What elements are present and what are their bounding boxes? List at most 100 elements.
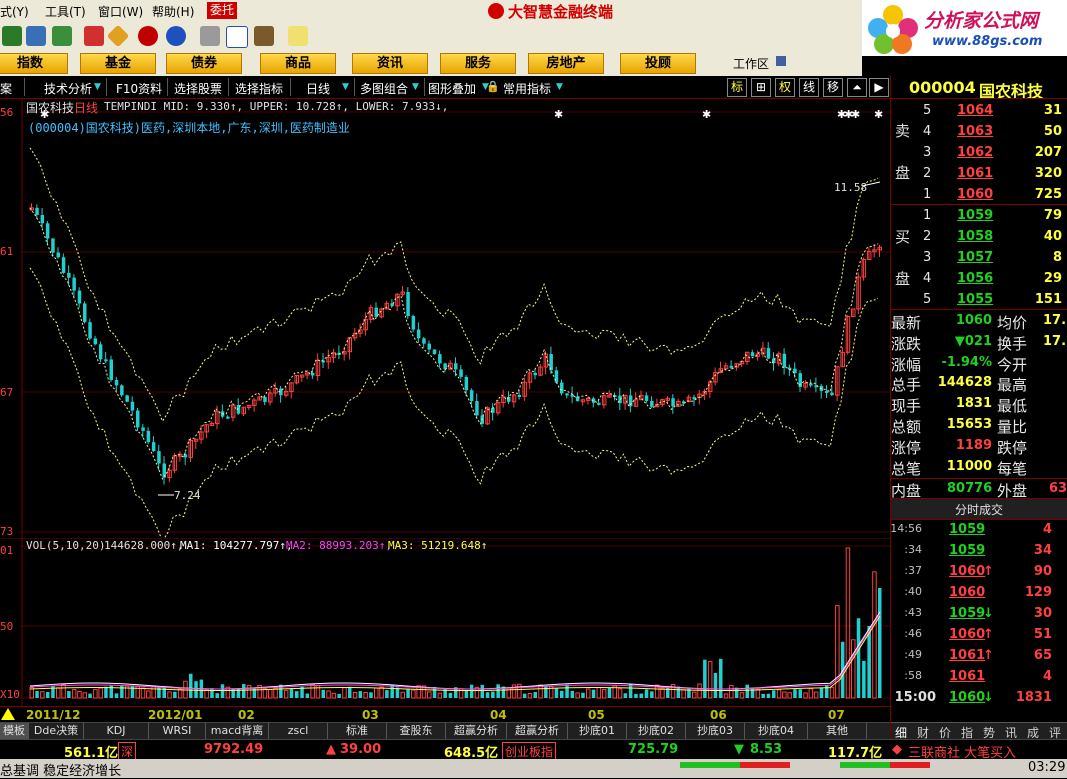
menu-item-help[interactable]: 帮助(H) — [152, 3, 194, 20]
menu-item-tools[interactable]: 工具(T) — [45, 3, 86, 20]
chart-menu-common[interactable]: 常用指标 — [503, 80, 551, 97]
volume-bar — [236, 688, 241, 698]
books-icon[interactable] — [254, 26, 274, 46]
chart-menu-overlay[interactable]: 图形叠加 — [428, 80, 476, 97]
trade-price[interactable]: 1059 — [949, 522, 985, 537]
blue-icon[interactable] — [166, 26, 186, 46]
stat-label: 每笔 — [997, 459, 1028, 478]
trade-price[interactable]: 1059 — [949, 606, 985, 621]
sell-level: 3 — [923, 145, 932, 160]
chart-menu-select-indicator[interactable]: 选择指标 — [235, 80, 283, 97]
volume-bar — [761, 693, 765, 698]
tab-chaoying1[interactable]: 超赢分析 — [446, 723, 507, 740]
workspace-label[interactable]: 工作区 — [733, 55, 769, 72]
volume-bar — [151, 685, 156, 699]
chart-menu-select-stock[interactable]: 选择股票 — [174, 80, 222, 97]
triangle-icon[interactable] — [1, 708, 15, 720]
tab-zscl[interactable]: zscl — [269, 723, 328, 740]
volume-bar — [98, 687, 103, 699]
price-chart[interactable]: ✱ ✱ ✱ ✱ ✱ ✱ ✱ 56 61 67 73 国农科技 日线 TEMPINDI MID… — [0, 98, 890, 538]
volume-chart[interactable]: 01 50 X10 VOL(5,10,20) 144628.000↑, MA1:… — [0, 538, 890, 706]
candle-body — [146, 430, 151, 443]
tab-other[interactable]: 其他 — [808, 723, 867, 740]
trade-price[interactable]: 1059 — [949, 543, 985, 558]
lock-icon[interactable]: 🔒 — [486, 80, 500, 93]
sell-price[interactable]: 1063 — [957, 124, 993, 139]
tab-wrsi[interactable]: WRSI — [149, 723, 206, 740]
workspace-dropdown-icon[interactable] — [776, 56, 786, 66]
tab-shareholders[interactable]: 查股东 — [387, 723, 446, 740]
category-fund[interactable]: 基金 — [80, 53, 156, 74]
buy-price[interactable]: 1057 — [957, 250, 993, 265]
expand-button[interactable]: ▶ — [869, 78, 889, 97]
trade-price[interactable]: 1061 — [949, 669, 985, 684]
tab-chaodi01[interactable]: 抄底01 — [568, 723, 627, 740]
buy-price[interactable]: 1058 — [957, 229, 993, 244]
red-icon[interactable] — [138, 26, 158, 46]
chart-menu-multi[interactable]: 多图组合 — [360, 80, 408, 97]
mark-button[interactable]: 标 — [727, 78, 747, 97]
trade-price[interactable]: 1061 — [949, 648, 985, 663]
trade-price[interactable]: 1060 — [949, 690, 985, 705]
sell-price[interactable]: 1060 — [957, 187, 993, 202]
tab-kdj[interactable]: KDJ — [84, 723, 149, 740]
window-icon[interactable] — [226, 26, 248, 48]
quote-panel: 000004 国农科技 卖 盘 5 1064 31 4 1063 50 3 1062… — [890, 76, 1067, 740]
tree-icon[interactable] — [52, 26, 72, 46]
volume-bar — [819, 687, 824, 698]
outer-volume-value: 63 — [1049, 481, 1067, 496]
category-advisor[interactable]: 投顾 — [620, 53, 696, 74]
volume-bar — [246, 684, 252, 699]
help-cursor-icon[interactable] — [288, 26, 308, 46]
trade-price[interactable]: 1060 — [949, 627, 985, 642]
category-service[interactable]: 服务 — [440, 53, 516, 74]
tab-chaodi02[interactable]: 抄底02 — [627, 723, 686, 740]
buy-price[interactable]: 1059 — [957, 208, 993, 223]
collapse-button[interactable]: ⏶ — [847, 78, 867, 97]
grid-button[interactable]: ⊞ — [751, 78, 771, 97]
indicator-values: TEMPINDI MID: 9.330↑, UPPER: 10.728↑, LO… — [104, 100, 449, 113]
back-icon[interactable] — [2, 26, 22, 46]
volume-bar — [703, 659, 707, 698]
sell-price[interactable]: 1062 — [957, 145, 993, 160]
tab-chaodi03[interactable]: 抄底03 — [686, 723, 745, 740]
volume-chart-canvas — [0, 538, 890, 706]
tab-macd[interactable]: macd背离 — [206, 723, 269, 740]
candle-body — [130, 401, 135, 411]
chart-menu-technical[interactable]: 技术分析 — [44, 80, 92, 97]
binoculars-icon[interactable] — [26, 26, 46, 46]
tab-dde[interactable]: Dde决策 — [29, 723, 84, 740]
tab-standard[interactable]: 标准 — [328, 723, 387, 740]
news-icon[interactable] — [84, 26, 104, 46]
trade-price[interactable]: 1060 — [949, 564, 985, 579]
volume-bar — [628, 684, 633, 698]
category-commodity[interactable]: 商品 — [260, 53, 336, 74]
category-bond[interactable]: 债券 — [166, 53, 242, 74]
tab-template[interactable]: 模板 — [0, 723, 29, 740]
trade-price[interactable]: 1060 — [949, 585, 985, 600]
chart-menu-period[interactable]: 日线 — [306, 80, 330, 97]
diamond-icon[interactable] — [106, 24, 130, 48]
menu-item-view[interactable]: 式(Y) — [0, 3, 29, 20]
sell-price[interactable]: 1064 — [957, 103, 993, 118]
ticker-text[interactable]: 总基调 稳定经济增长 — [0, 760, 121, 779]
buy-price[interactable]: 1055 — [957, 292, 993, 307]
category-news[interactable]: 资讯 — [352, 53, 428, 74]
chart-menu-f10[interactable]: F10资料 — [116, 80, 162, 97]
menu-item-window[interactable]: 窗口(W) — [98, 3, 143, 20]
volume-bar — [146, 690, 151, 699]
printer-icon[interactable] — [200, 26, 220, 46]
category-index[interactable]: 指数 — [0, 53, 68, 74]
tab-chaoying2[interactable]: 超赢分析 — [507, 723, 568, 740]
line-button[interactable]: 线 — [799, 78, 819, 97]
buy-price[interactable]: 1056 — [957, 271, 993, 286]
sell-price[interactable]: 1061 — [957, 166, 993, 181]
trade-arrow-icon: ↓ — [983, 606, 994, 621]
chart-menu-scheme[interactable]: 案 — [0, 80, 12, 97]
trade-button[interactable]: 委托 — [207, 2, 237, 19]
rights-button[interactable]: 权 — [775, 78, 795, 97]
trade-volume: 4 — [1042, 522, 1052, 537]
tab-chaodi04[interactable]: 抄底04 — [745, 723, 808, 740]
category-realestate[interactable]: 房地产 — [528, 53, 604, 74]
move-button[interactable]: 移 — [823, 78, 843, 97]
